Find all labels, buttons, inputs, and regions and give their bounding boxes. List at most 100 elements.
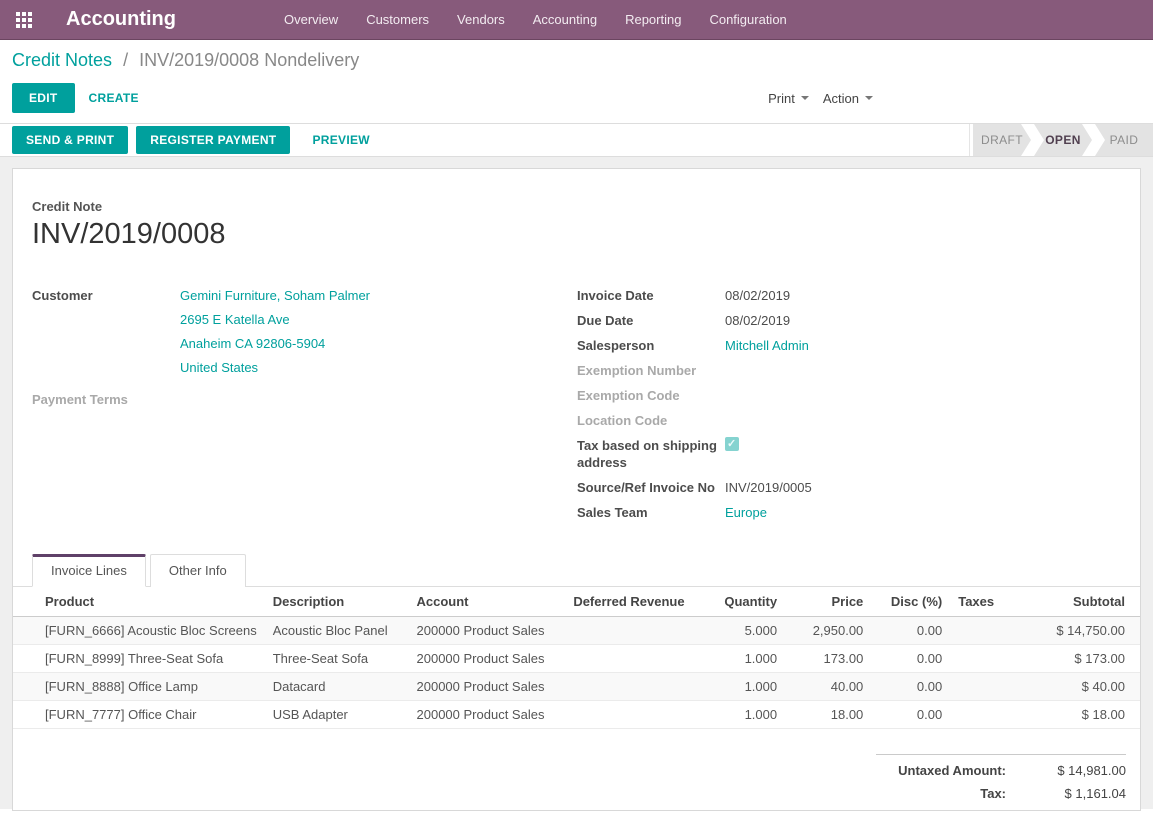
table-row[interactable]: [FURN_8888] Office Lamp Datacard 200000 … [13,673,1140,701]
table-row[interactable]: [FURN_7777] Office Chair USB Adapter 200… [13,701,1140,729]
cell-quantity: 1.000 [706,673,785,701]
nav-item-overview[interactable]: Overview [272,6,350,33]
breadcrumb-parent-link[interactable]: Credit Notes [12,50,112,70]
status-step-open[interactable]: OPEN [1034,124,1092,156]
cell-account: 200000 Product Sales [409,617,566,645]
document-number: INV/2019/0008 [32,218,1121,251]
status-pipeline: DRAFT OPEN PAID [969,124,1153,156]
action-dropdown[interactable]: Action [823,91,873,106]
record-actions: Print Action [768,91,873,106]
cell-account: 200000 Product Sales [409,673,566,701]
nav-item-vendors[interactable]: Vendors [445,6,517,33]
cell-description: USB Adapter [265,701,409,729]
cell-subtotal: $ 18.00 [1021,701,1140,729]
main-menu: Overview Customers Vendors Accounting Re… [272,6,799,33]
status-step-paid[interactable]: PAID [1095,124,1153,156]
send-print-button[interactable]: SEND & PRINT [12,126,128,154]
app-name[interactable]: Accounting [66,8,176,31]
field-location-code: Location Code [577,412,1117,429]
table-row[interactable]: [FURN_6666] Acoustic Bloc Screens Acoust… [13,617,1140,645]
col-description[interactable]: Description [265,587,409,617]
field-source-ref: Source/Ref Invoice No INV/2019/0005 [577,479,1117,496]
col-disc[interactable]: Disc (%) [871,587,950,617]
nav-item-configuration[interactable]: Configuration [697,6,798,33]
untaxed-amount-label: Untaxed Amount: [898,763,1006,778]
control-panel-buttons: EDIT CREATE Print Action [12,83,1141,113]
totals-block: Untaxed Amount: $ 14,981.00 Tax: $ 1,161… [876,754,1126,811]
untaxed-amount-value: $ 14,981.00 [1006,763,1126,778]
invoice-date-value: 08/02/2019 [725,287,790,304]
nav-item-accounting[interactable]: Accounting [521,6,609,33]
cell-quantity: 1.000 [706,645,785,673]
cell-deferred [565,673,706,701]
statusbar-buttons: SEND & PRINT REGISTER PAYMENT PREVIEW [12,125,384,155]
create-button[interactable]: CREATE [75,83,153,113]
register-payment-button[interactable]: REGISTER PAYMENT [136,126,290,154]
caret-down-icon [801,96,809,100]
col-deferred-revenue[interactable]: Deferred Revenue [565,587,706,617]
apps-menu-icon[interactable] [16,12,32,28]
cell-deferred [565,645,706,673]
field-due-date: Due Date 08/02/2019 [577,312,1117,329]
breadcrumb-current: INV/2019/0008 Nondelivery [139,50,359,70]
col-account[interactable]: Account [409,587,566,617]
statusbar: SEND & PRINT REGISTER PAYMENT PREVIEW DR… [0,123,1153,157]
nav-item-reporting[interactable]: Reporting [613,6,693,33]
cell-price: 173.00 [785,645,871,673]
cell-taxes [950,617,1020,645]
cell-account: 200000 Product Sales [409,701,566,729]
tax-label: Tax: [980,786,1006,801]
salesperson-label: Salesperson [577,337,725,354]
cell-subtotal: $ 40.00 [1021,673,1140,701]
field-exemption-code: Exemption Code [577,387,1117,404]
customer-name-link[interactable]: Gemini Furniture, Soham Palmer [180,287,370,304]
caret-down-icon [865,96,873,100]
due-date-value: 08/02/2019 [725,312,790,329]
col-subtotal[interactable]: Subtotal [1021,587,1140,617]
cell-disc: 0.00 [871,617,950,645]
customer-address: Gemini Furniture, Soham Palmer 2695 E Ka… [180,287,370,383]
tax-shipping-checkbox[interactable] [725,437,739,451]
salesperson-link[interactable]: Mitchell Admin [725,337,809,354]
cell-product: [FURN_8888] Office Lamp [13,673,265,701]
payment-terms-label: Payment Terms [32,391,180,408]
table-row[interactable]: [FURN_8999] Three-Seat Sofa Three-Seat S… [13,645,1140,673]
due-date-label: Due Date [577,312,725,329]
sales-team-link[interactable]: Europe [725,504,767,521]
cell-product: [FURN_7777] Office Chair [13,701,265,729]
cell-subtotal: $ 173.00 [1021,645,1140,673]
tax-shipping-label: Tax based on shipping address [577,437,725,471]
cell-price: 18.00 [785,701,871,729]
col-quantity[interactable]: Quantity [706,587,785,617]
untaxed-amount-row: Untaxed Amount: $ 14,981.00 [876,759,1126,782]
cell-description: Datacard [265,673,409,701]
col-product[interactable]: Product [13,587,265,617]
content-area: Credit Note INV/2019/0008 Customer Gemin… [0,157,1153,809]
print-dropdown-label: Print [768,91,795,106]
field-sales-team: Sales Team Europe [577,504,1117,521]
preview-button[interactable]: PREVIEW [298,125,383,155]
print-dropdown[interactable]: Print [768,91,809,106]
invoice-lines-table: Product Description Account Deferred Rev… [13,587,1140,729]
edit-button[interactable]: EDIT [12,83,75,113]
control-panel: Credit Notes / INV/2019/0008 Nondelivery… [0,40,1153,123]
source-ref-label: Source/Ref Invoice No [577,479,725,496]
status-step-draft[interactable]: DRAFT [973,124,1031,156]
tab-invoice-lines[interactable]: Invoice Lines [32,554,146,587]
field-payment-terms: Payment Terms [32,391,577,408]
exemption-code-label: Exemption Code [577,387,725,404]
breadcrumb: Credit Notes / INV/2019/0008 Nondelivery [12,50,1141,71]
field-exemption-number: Exemption Number [577,362,1117,379]
tax-row: Tax: $ 1,161.04 [876,782,1126,805]
field-tax-shipping: Tax based on shipping address [577,437,1117,471]
cell-deferred [565,617,706,645]
col-taxes[interactable]: Taxes [950,587,1020,617]
breadcrumb-separator: / [123,50,128,70]
customer-city: Anaheim CA 92806-5904 [180,335,370,352]
tab-other-info[interactable]: Other Info [150,554,246,587]
col-price[interactable]: Price [785,587,871,617]
customer-label: Customer [32,287,180,383]
nav-item-customers[interactable]: Customers [354,6,441,33]
document-type-label: Credit Note [32,199,1121,214]
cell-product: [FURN_8999] Three-Seat Sofa [13,645,265,673]
